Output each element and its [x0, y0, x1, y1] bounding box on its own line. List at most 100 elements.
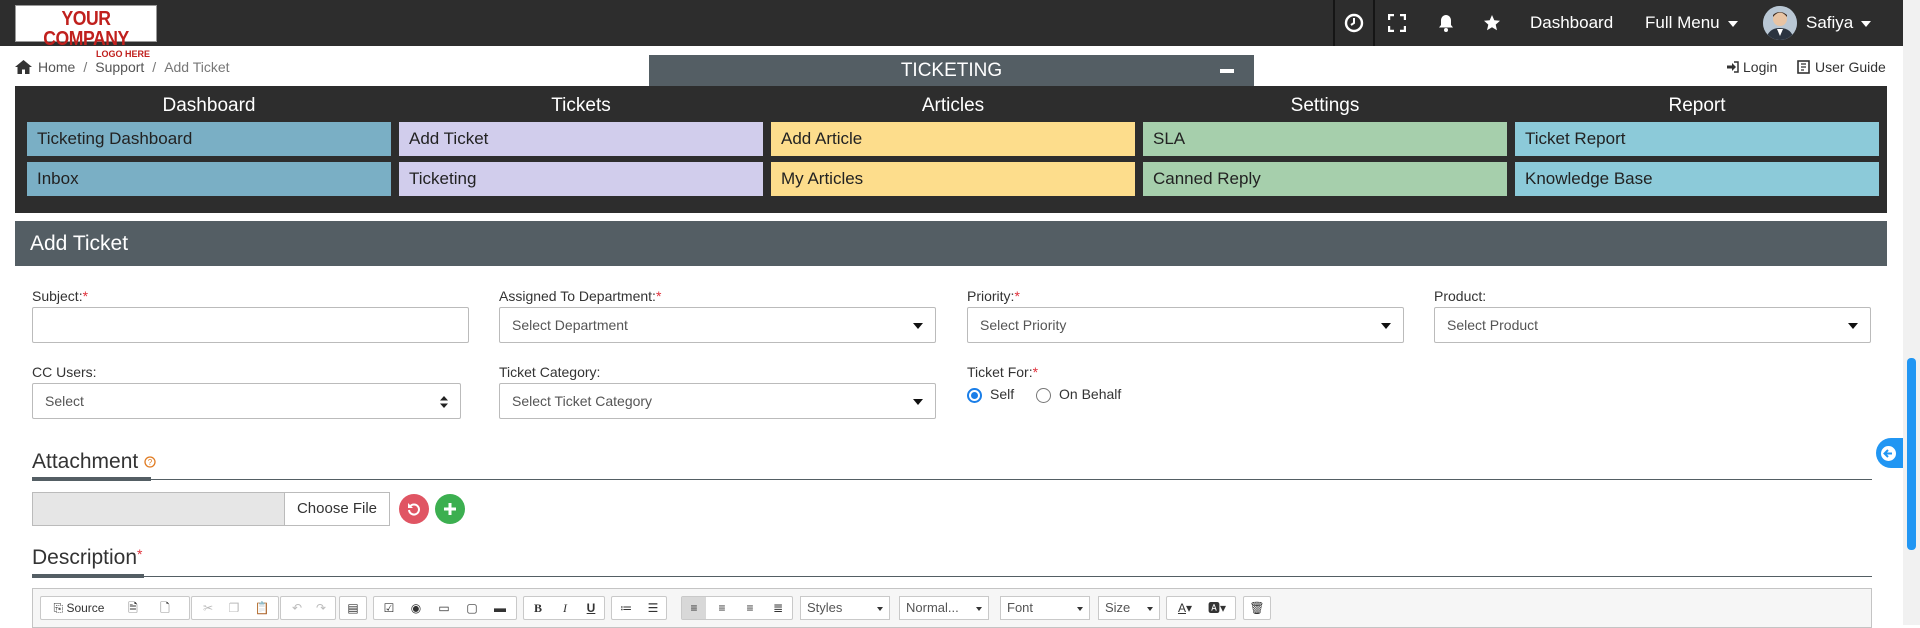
breadcrumb-home[interactable]: Home [38, 59, 75, 75]
underline-icon[interactable]: U [579, 597, 603, 619]
divider [32, 479, 1872, 480]
textfield-icon[interactable]: ▭ [432, 597, 456, 619]
user-guide-label: User Guide [1815, 59, 1886, 75]
menu-item-add-article[interactable]: Add Article [771, 122, 1135, 156]
nav-dashboard-link[interactable]: Dashboard [1530, 12, 1613, 34]
plus-icon [444, 503, 456, 515]
italic-icon[interactable]: I [553, 597, 577, 619]
divider [32, 576, 1872, 577]
menu-item-inbox[interactable]: Inbox [27, 162, 391, 196]
menu-item-canned-reply[interactable]: Canned Reply [1143, 162, 1507, 196]
scrollbar-thumb[interactable] [1907, 358, 1916, 550]
ticket-for-self-radio[interactable] [967, 388, 982, 403]
chevron-down-icon [1861, 20, 1872, 27]
menu-item-knowledge-base[interactable]: Knowledge Base [1515, 162, 1879, 196]
chevron-down-icon [1381, 323, 1391, 329]
menu-item-ticketing-dashboard[interactable]: Ticketing Dashboard [27, 122, 391, 156]
align-right-icon[interactable]: ≡ [738, 597, 762, 619]
chevron-down-icon [1147, 607, 1153, 611]
menu-column-dashboard: Dashboard Ticketing Dashboard Inbox [27, 86, 391, 196]
radio-icon[interactable]: ◉ [404, 597, 428, 619]
star-icon[interactable] [1469, 0, 1515, 46]
toolbar-group-clipboard: ✂ ❐ 📋 [191, 596, 279, 620]
ticket-for-behalf-radio[interactable] [1036, 388, 1051, 403]
textarea-icon[interactable]: ▢ [460, 597, 484, 619]
styles-dropdown[interactable]: Styles [800, 596, 890, 620]
chevron-down-icon [976, 607, 982, 611]
trash-icon[interactable]: 🗑 [1245, 597, 1269, 619]
bullet-list-icon[interactable]: ☰ [641, 597, 665, 619]
collapse-icon[interactable] [1220, 69, 1234, 73]
bold-icon[interactable]: B [526, 597, 550, 619]
source-button[interactable]: ⎘ Source [43, 597, 115, 619]
menu-heading: Dashboard [162, 95, 256, 116]
cut-icon[interactable]: ✂ [196, 597, 220, 619]
login-link[interactable]: Login [1727, 59, 1777, 75]
bell-icon[interactable] [1423, 0, 1469, 46]
menu-item-my-articles[interactable]: My Articles [771, 162, 1135, 196]
product-select[interactable]: Select Product [1434, 307, 1871, 343]
breadcrumb-support[interactable]: Support [95, 59, 144, 75]
full-menu-dropdown[interactable]: Full Menu [1645, 12, 1738, 34]
toolbar-group-align: ≡ ≡ ≡ ≣ [681, 596, 793, 620]
user-guide-link[interactable]: User Guide [1797, 59, 1886, 75]
logo-subtext: LOGO HERE [95, 49, 150, 59]
home-icon [15, 60, 32, 74]
text-color-icon[interactable]: A▾ [1169, 597, 1201, 619]
undo-icon[interactable]: ↶ [285, 597, 309, 619]
add-attachment-button[interactable] [435, 494, 465, 524]
paste-icon[interactable]: 📋 [250, 597, 274, 619]
menu-column-report: Report Ticket Report Knowledge Base [1515, 86, 1879, 196]
copy-icon[interactable]: ❐ [222, 597, 246, 619]
top-navbar: YOUR COMPANY LOGO HERE Dashboard Full Me… [0, 0, 1920, 59]
source-icon: ⎘ [53, 601, 64, 615]
font-dropdown[interactable]: Font [1000, 596, 1090, 620]
toolbar-group-document: ⎘ Source 🗎 🗋 [40, 596, 190, 620]
menu-item-ticketing[interactable]: Ticketing [399, 162, 763, 196]
ticket-category-select[interactable]: Select Ticket Category [499, 383, 936, 419]
template-icon[interactable]: 🗋 [153, 597, 177, 619]
department-select[interactable]: Select Department [499, 307, 936, 343]
choose-file-button[interactable]: Choose File [284, 492, 390, 526]
ticket-for-behalf-label[interactable]: On Behalf [1059, 386, 1121, 402]
chevron-down-icon [1727, 20, 1738, 27]
user-name: Safiya [1806, 13, 1854, 32]
button-icon[interactable]: ▬ [488, 597, 512, 619]
ticket-for-self-label[interactable]: Self [990, 386, 1014, 402]
reset-attachment-button[interactable] [399, 494, 429, 524]
toolbar-group-history: ↶ ↷ [280, 596, 336, 620]
select-all-icon[interactable]: ▤ [341, 597, 365, 619]
menu-item-add-ticket[interactable]: Add Ticket [399, 122, 763, 156]
numbered-list-icon[interactable]: ≔ [614, 597, 638, 619]
module-title-bar: TICKETING [649, 55, 1254, 87]
description-heading: Description* [32, 546, 143, 569]
align-center-icon[interactable]: ≡ [710, 597, 734, 619]
checkbox-icon[interactable]: ☑ [377, 597, 401, 619]
cc-users-select[interactable]: Select [32, 383, 461, 419]
subject-input[interactable] [32, 307, 469, 343]
menu-item-ticket-report[interactable]: Ticket Report [1515, 122, 1879, 156]
company-logo[interactable]: YOUR COMPANY LOGO HERE [15, 5, 157, 59]
side-panel-toggle[interactable] [1876, 438, 1903, 468]
avatar[interactable] [1763, 6, 1797, 40]
subject-label: Subject:* [32, 288, 89, 304]
justify-icon[interactable]: ≣ [766, 597, 790, 619]
priority-select[interactable]: Select Priority [967, 307, 1404, 343]
fullscreen-icon[interactable] [1374, 0, 1420, 46]
arrow-left-circle-icon [1881, 445, 1896, 461]
toolbar-group-lists: ≔ ☰ [611, 596, 667, 620]
size-dropdown[interactable]: Size [1098, 596, 1160, 620]
clock-icon[interactable] [1331, 0, 1377, 46]
menu-heading: Articles [921, 95, 985, 116]
background-color-icon[interactable]: 🅰▾ [1201, 597, 1233, 619]
redo-icon[interactable]: ↷ [309, 597, 333, 619]
product-label: Product: [1434, 288, 1487, 304]
align-left-icon[interactable]: ≡ [682, 597, 706, 619]
menu-item-sla[interactable]: SLA [1143, 122, 1507, 156]
help-icon[interactable]: ? [144, 456, 156, 469]
menu-column-settings: Settings SLA Canned Reply [1143, 86, 1507, 196]
format-dropdown[interactable]: Normal... [899, 596, 989, 620]
preview-icon[interactable]: 🗎 [121, 597, 145, 619]
user-menu[interactable]: Safiya [1806, 12, 1872, 34]
breadcrumb-current: Add Ticket [164, 59, 230, 75]
